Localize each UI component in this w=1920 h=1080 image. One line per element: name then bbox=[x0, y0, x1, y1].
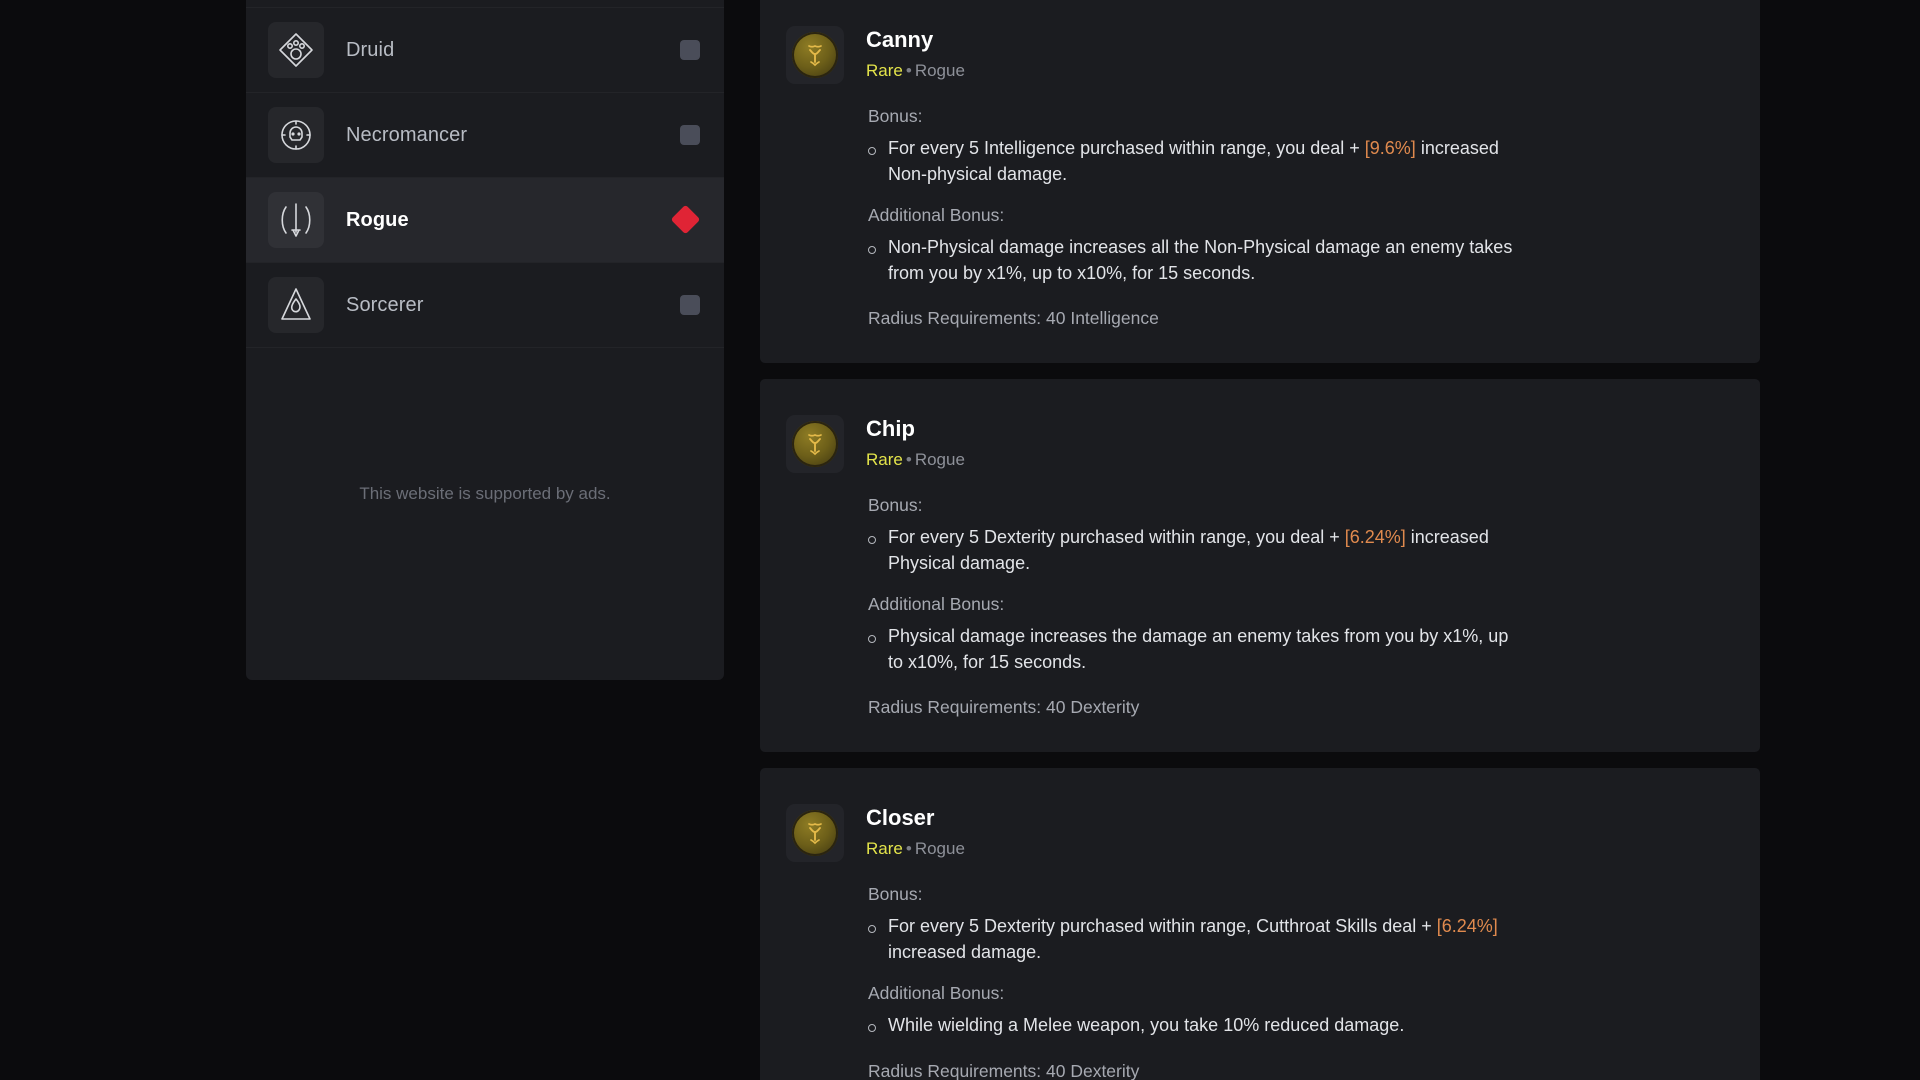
additional-bonus-item: Non-Physical damage increases all the No… bbox=[868, 235, 1528, 286]
additional-bonus-list: Non-Physical damage increases all the No… bbox=[868, 235, 1720, 286]
glyph-meta: Rare • Rogue bbox=[866, 450, 965, 470]
bonus-item: For every 5 Dexterity purchased within r… bbox=[868, 914, 1528, 965]
selected-diamond-icon bbox=[672, 206, 700, 234]
meta-separator: • bbox=[905, 838, 912, 858]
sidebar-item-barbarian[interactable]: Barbarian bbox=[246, 0, 724, 7]
class-color-swatch bbox=[680, 295, 700, 315]
bonus-item: For every 5 Intelligence purchased withi… bbox=[868, 136, 1528, 187]
rarity-label: Rare bbox=[866, 60, 903, 80]
content-gutter bbox=[724, 0, 760, 1080]
class-color-swatch bbox=[680, 125, 700, 145]
glyph-icon-frame bbox=[786, 804, 844, 863]
glyph-card[interactable]: Canny Rare • Rogue Bonus: For every 5 Intel… bbox=[760, 0, 1760, 364]
glyph-card-header: Chip Rare • Rogue bbox=[786, 413, 1720, 474]
glyph-card-header: Canny Rare • Rogue bbox=[786, 24, 1720, 84]
additional-bonus-heading: Additional Bonus: bbox=[868, 205, 1005, 226]
sidebar-item-sorcerer[interactable]: Sorcerer bbox=[246, 262, 724, 347]
bonus-heading: Bonus: bbox=[868, 884, 923, 905]
rune-glyph-icon bbox=[792, 421, 838, 468]
sidebar-item-label: Rogue bbox=[346, 208, 409, 231]
class-label: Rogue bbox=[914, 60, 965, 80]
radius-requirements: Radius Requirements: 40 Intelligence bbox=[868, 308, 1159, 329]
additional-text-pre: Non-Physical damage increases all the No… bbox=[888, 237, 1513, 283]
meta-separator: • bbox=[905, 60, 912, 80]
sorcerer-flame-icon bbox=[268, 277, 324, 333]
class-label: Rogue bbox=[914, 838, 965, 858]
radius-requirements: Radius Requirements: 40 Dexterity bbox=[868, 697, 1140, 718]
class-label: Rogue bbox=[914, 449, 965, 469]
bonus-text-pre: For every 5 Dexterity purchased within r… bbox=[888, 527, 1345, 548]
bonus-list: For every 5 Dexterity purchased within r… bbox=[868, 914, 1720, 965]
sidebar-item-necromancer[interactable]: Necromancer bbox=[246, 92, 724, 177]
ads-notice-text: This website is supported by ads. bbox=[359, 484, 611, 503]
class-list: Barbarian Druid Necromancer Rogue Sorcerer bbox=[246, 0, 724, 347]
necromancer-skull-icon bbox=[268, 107, 324, 163]
glyph-meta: Rare • Rogue bbox=[866, 61, 965, 81]
rogue-bow-dagger-icon bbox=[268, 192, 324, 248]
glyph-card-header: Closer Rare • Rogue bbox=[786, 802, 1720, 863]
bonus-text-pre: For every 5 Intelligence purchased withi… bbox=[888, 138, 1365, 158]
additional-text-pre: Physical damage increases the damage an … bbox=[888, 626, 1509, 672]
glyph-name: Canny bbox=[866, 27, 934, 52]
additional-bonus-list: While wielding a Melee weapon, you take … bbox=[868, 1013, 1720, 1039]
paragon-glyph-list: Canny Rare • Rogue Bonus: For every 5 Intel… bbox=[760, 0, 1920, 1080]
glyph-card[interactable]: Closer Rare • Rogue Bonus: For every 5 Dext… bbox=[760, 768, 1760, 1080]
bonus-list: For every 5 Intelligence purchased withi… bbox=[868, 136, 1720, 187]
additional-bonus-heading: Additional Bonus: bbox=[868, 594, 1005, 615]
glyph-card-body: Bonus: For every 5 Dexterity purchased wi… bbox=[786, 884, 1720, 1080]
bonus-value: [6.24%] bbox=[1436, 916, 1498, 937]
ads-placeholder: This website is supported by ads. bbox=[246, 347, 724, 680]
rune-glyph-icon bbox=[792, 810, 838, 857]
radius-requirements: Radius Requirements: 40 Dexterity bbox=[868, 1061, 1140, 1080]
bonus-heading: Bonus: bbox=[868, 106, 923, 126]
bonus-text-pre: For every 5 Dexterity purchased within r… bbox=[888, 916, 1437, 937]
meta-separator: • bbox=[905, 449, 912, 469]
glyph-card-body: Bonus: For every 5 Dexterity purchased wi… bbox=[786, 495, 1720, 718]
sidebar-item-label: Druid bbox=[346, 38, 395, 61]
glyph-meta: Rare • Rogue bbox=[866, 839, 965, 859]
class-sidebar: Barbarian Druid Necromancer Rogue Sorcerer T… bbox=[246, 0, 724, 680]
glyph-name: Closer bbox=[866, 805, 935, 831]
additional-bonus-item: Physical damage increases the damage an … bbox=[868, 624, 1528, 675]
class-color-swatch bbox=[680, 40, 700, 60]
druid-paw-icon bbox=[268, 22, 324, 78]
additional-bonus-heading: Additional Bonus: bbox=[868, 983, 1005, 1004]
glyph-card-body: Bonus: For every 5 Intelligence purchased… bbox=[786, 106, 1720, 329]
sidebar-item-label: Sorcerer bbox=[346, 293, 424, 316]
rune-glyph-icon bbox=[792, 32, 838, 78]
rarity-label: Rare bbox=[866, 449, 903, 469]
additional-bonus-item: While wielding a Melee weapon, you take … bbox=[868, 1013, 1528, 1039]
app-root: Barbarian Druid Necromancer Rogue Sorcerer T… bbox=[0, 0, 1920, 1080]
bonus-item: For every 5 Dexterity purchased within r… bbox=[868, 525, 1528, 576]
sidebar-item-druid[interactable]: Druid bbox=[246, 7, 724, 92]
glyph-name: Chip bbox=[866, 416, 915, 442]
additional-bonus-list: Physical damage increases the damage an … bbox=[868, 624, 1720, 675]
glyph-card-titles: Canny Rare • Rogue bbox=[866, 24, 965, 81]
bonus-heading: Bonus: bbox=[868, 495, 923, 516]
bonus-list: For every 5 Dexterity purchased within r… bbox=[868, 525, 1720, 576]
glyph-card-titles: Chip Rare • Rogue bbox=[866, 413, 965, 470]
sidebar-item-label: Necromancer bbox=[346, 123, 468, 146]
glyph-icon-frame bbox=[786, 415, 844, 474]
additional-text-pre: While wielding a Melee weapon, you take … bbox=[888, 1015, 1405, 1036]
bonus-text-post: increased damage. bbox=[888, 941, 1042, 962]
glyph-card-titles: Closer Rare • Rogue bbox=[866, 802, 965, 859]
glyph-card[interactable]: Chip Rare • Rogue Bonus: For every 5 Dexter… bbox=[760, 379, 1760, 753]
glyph-icon-frame bbox=[786, 26, 844, 84]
bonus-value: [9.6%] bbox=[1364, 138, 1416, 158]
left-gutter bbox=[0, 0, 246, 1080]
bonus-value: [6.24%] bbox=[1344, 527, 1406, 548]
rarity-label: Rare bbox=[866, 838, 903, 858]
sidebar-item-rogue[interactable]: Rogue bbox=[246, 177, 724, 262]
